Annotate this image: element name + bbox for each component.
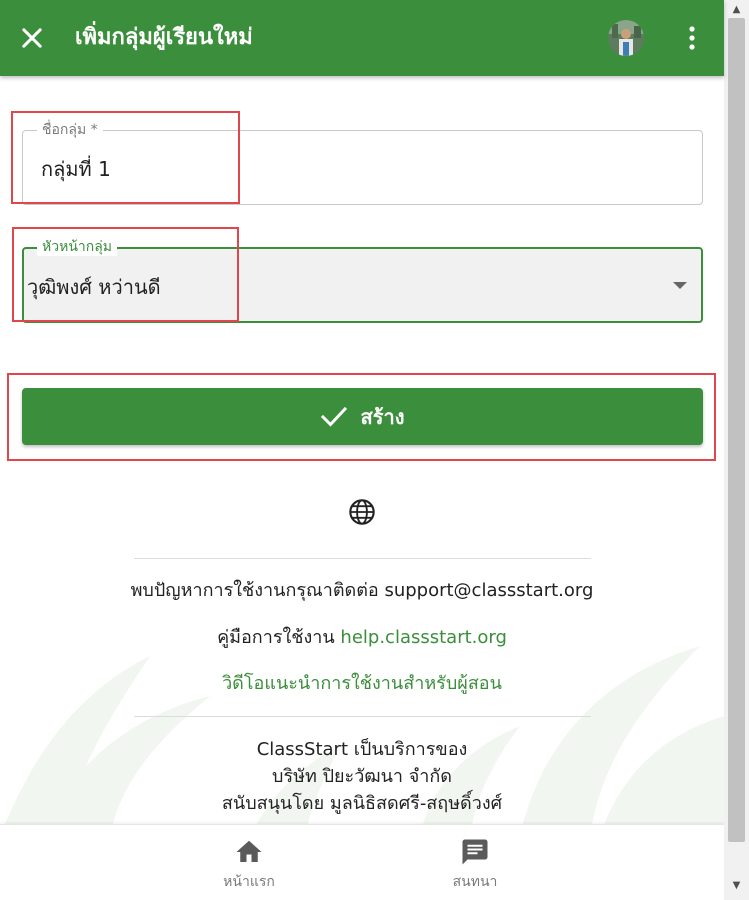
footer-divider-top (134, 558, 591, 559)
group-name-field[interactable]: ชื่อกลุ่ม * กลุ่มที่ 1 (22, 121, 703, 205)
group-name-label: ชื่อกลุ่ม * (37, 121, 103, 139)
main-content: ชื่อกลุ่ม * กลุ่มที่ 1 หัวหน้ากลุ่ม วุฒิ… (0, 76, 724, 824)
page-title: เพิ่มกลุ่มผู้เรียนใหม่ (75, 25, 253, 50)
group-head-select[interactable]: หัวหน้ากลุ่ม วุฒิพงศ์ หว่านดี (22, 238, 703, 323)
create-button[interactable]: สร้าง (22, 388, 703, 445)
vertical-scrollbar[interactable]: ▲ ▼ (724, 0, 749, 900)
bottom-navigation: หน้าแรก สนทนา (0, 824, 724, 900)
footer-divider-bottom (134, 716, 591, 717)
support-email[interactable]: support@classstart.org (384, 580, 593, 601)
create-button-content: สร้าง (22, 388, 703, 445)
support-prefix: พบปัญหาการใช้งานกรุณาติดต่อ (130, 580, 385, 601)
manual-line: คู่มือการใช้งาน help.classstart.org (0, 625, 724, 651)
close-button[interactable] (18, 24, 46, 52)
nav-chat[interactable]: สนทนา (415, 837, 535, 893)
chat-icon (462, 839, 488, 865)
manual-link[interactable]: help.classstart.org (340, 627, 506, 648)
language-button[interactable] (348, 498, 376, 526)
nav-home-label: หน้าแรก (223, 874, 275, 890)
close-icon (22, 28, 42, 48)
avatar[interactable] (608, 20, 644, 56)
avatar-photo (608, 20, 644, 56)
support-line: พบปัญหาการใช้งานกรุณาติดต่อ support@clas… (0, 578, 724, 604)
home-icon (236, 840, 262, 862)
more-menu-button[interactable] (680, 24, 704, 52)
video-link[interactable]: วิดีโอแนะนำการใช้งานสำหรับผู้สอน (222, 673, 502, 694)
service-line: ClassStart เป็นบริการของ (256, 739, 468, 760)
scroll-down-arrow-icon[interactable]: ▼ (724, 876, 749, 896)
group-name-value[interactable]: กลุ่มที่ 1 (41, 155, 111, 183)
video-line: วิดีโอแนะนำการใช้งานสำหรับผู้สอน (0, 671, 724, 697)
more-vert-icon (689, 26, 695, 50)
group-head-label: หัวหน้ากลุ่ม (37, 238, 118, 256)
nav-home[interactable]: หน้าแรก (189, 837, 309, 893)
nav-chat-label: สนทนา (452, 874, 498, 890)
manual-prefix: คู่มือการใช้งาน (217, 627, 341, 648)
scroll-thumb[interactable] (728, 18, 745, 842)
app-bar: เพิ่มกลุ่มผู้เรียนใหม่ (0, 0, 724, 76)
scroll-up-arrow-icon[interactable]: ▲ (724, 0, 749, 20)
group-head-value[interactable]: วุฒิพงศ์ หว่านดี (27, 273, 161, 301)
company-line: บริษัท ปิยะวัฒนา จำกัด (272, 766, 452, 787)
check-icon (320, 406, 347, 427)
create-button-label: สร้าง (360, 404, 405, 429)
globe-icon (349, 499, 375, 525)
sponsor-line: สนับสนุนโดย มูลนิธิสดศรี-สฤษดิ์วงศ์ (221, 793, 503, 814)
dropdown-arrow-icon[interactable] (673, 282, 687, 289)
